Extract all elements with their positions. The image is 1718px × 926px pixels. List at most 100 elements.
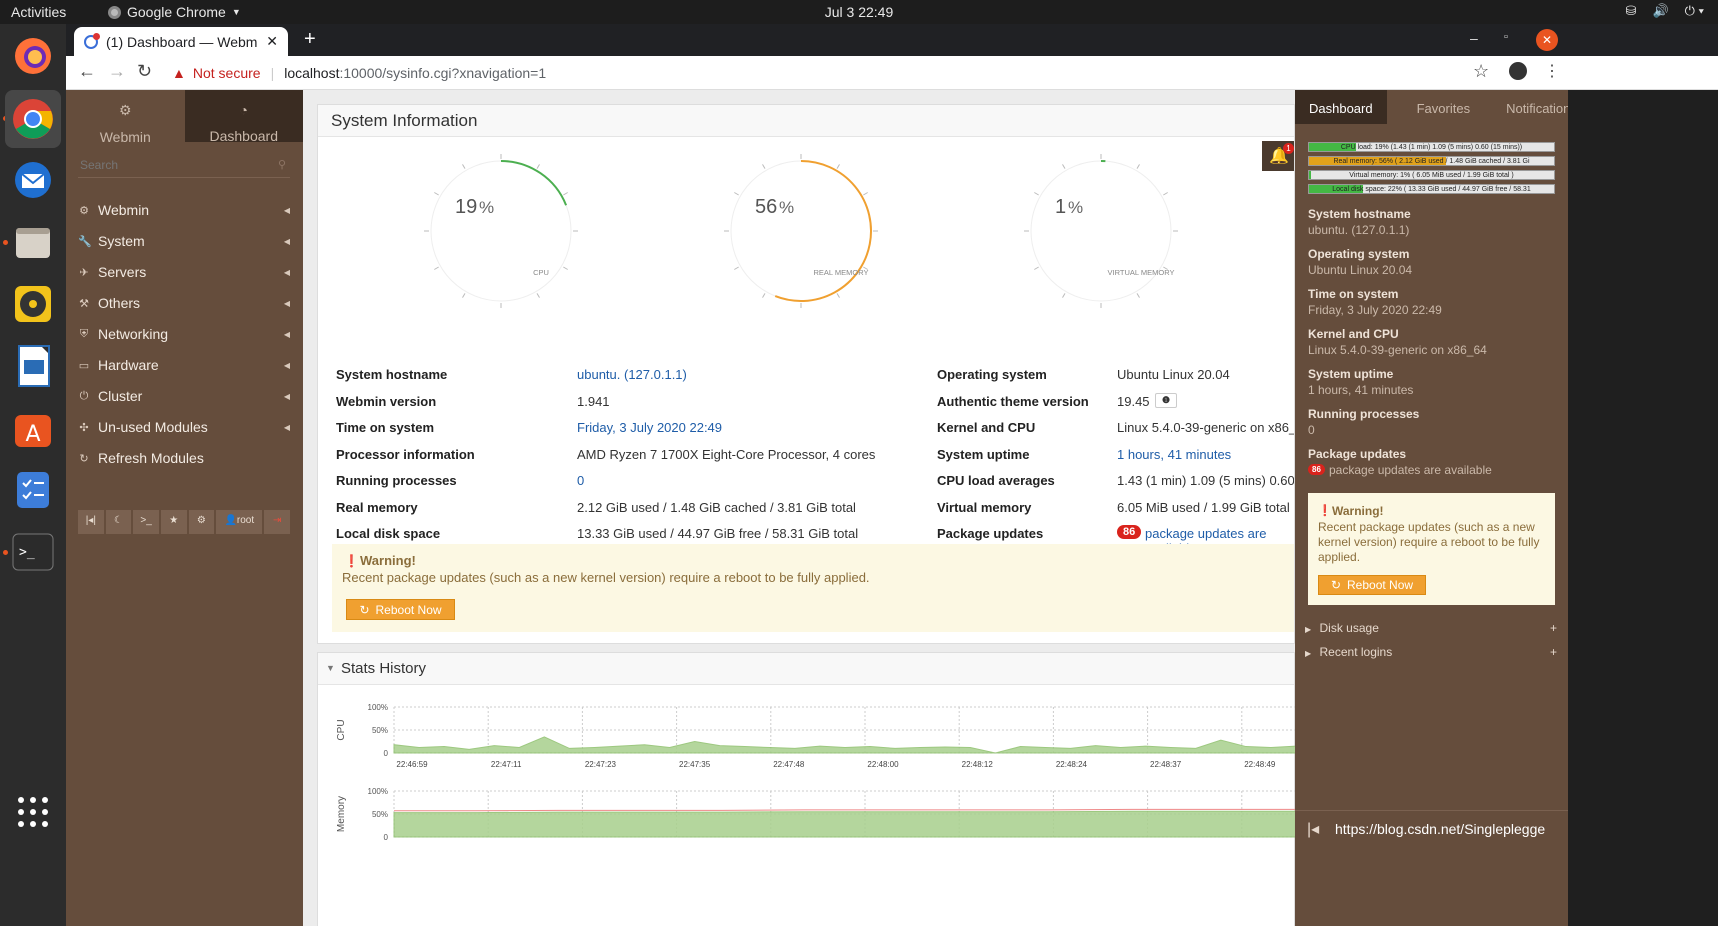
rp-tab-favorites[interactable]: Favorites	[1387, 90, 1484, 124]
terminal-small-icon[interactable]: >_	[133, 510, 159, 534]
collapse-panel-icon[interactable]: |◂	[1307, 819, 1319, 839]
close-window-icon[interactable]: ✕	[1536, 29, 1558, 51]
sidebar-item-cluster[interactable]: ⏻ Cluster ◀	[78, 385, 290, 407]
y-tick-label: 50%	[372, 810, 388, 819]
software-center-icon[interactable]: A	[9, 404, 57, 452]
gauge-tick	[563, 192, 568, 196]
reboot-now-button[interactable]: ↻ Reboot Now	[346, 599, 455, 620]
terminal-icon[interactable]: >_	[9, 528, 57, 576]
shield-icon: ⛨	[79, 327, 89, 340]
forward-icon[interactable]: →	[108, 61, 126, 82]
gauge-tick	[1163, 192, 1168, 196]
disk-usage-row[interactable]: ▶ Disk usage +	[1305, 621, 1557, 635]
tab-webmin[interactable]: ⚙ Webmin	[66, 90, 185, 145]
info-key: Authentic theme version	[937, 393, 1089, 409]
usage-bar[interactable]: CPU load: 19% (1.43 (1 min) 1.09 (5 mins…	[1308, 142, 1555, 152]
sidebar-item-label: Others	[98, 295, 141, 311]
app-menu[interactable]: Google Chrome ▼	[108, 4, 241, 20]
x-tick-label: 22:48:00	[867, 760, 899, 769]
info-key: Package updates	[937, 526, 1044, 541]
gauge-tick	[462, 164, 466, 169]
tab-dashboard[interactable]: ◔ Dashboard	[184, 90, 303, 144]
clock[interactable]: Jul 3 22:49	[825, 4, 894, 20]
caret-left-icon: ◀	[283, 391, 290, 401]
gauge-label: REAL MEMORY	[813, 268, 868, 277]
info-key: Operating system	[937, 367, 1047, 382]
tab-dashboard[interactable]: (1) Dashboard — Webmin ✕	[74, 27, 288, 56]
files-icon[interactable]	[9, 218, 57, 266]
recent-logins-row[interactable]: ▶ Recent logins +	[1305, 645, 1557, 659]
gauge-tick	[434, 266, 439, 270]
close-tab-icon[interactable]: ✕	[266, 33, 278, 50]
rp-info-value[interactable]: package updates are available	[1329, 463, 1492, 477]
info-value[interactable]: Friday, 3 July 2020 22:49	[577, 420, 722, 435]
new-tab-button[interactable]: +	[304, 28, 316, 51]
favorites-star-icon[interactable]: ★	[160, 510, 187, 534]
chrome-icon[interactable]	[5, 90, 61, 148]
sidebar-item-webmin[interactable]: ⚙ Webmin ◀	[78, 199, 290, 221]
chrome-menu-icon[interactable]: ⋮	[1544, 61, 1560, 81]
reload-icon[interactable]: ↻	[137, 61, 152, 82]
y-tick-label: 100%	[368, 703, 388, 712]
info-key: Kernel and CPU	[937, 420, 1036, 435]
usage-bar[interactable]: Local disk space: 22% ( 13.33 GiB used /…	[1308, 184, 1555, 194]
night-mode-icon[interactable]: ☾	[105, 510, 132, 534]
right-slide-panel: Dashboard Favorites Notifications 1 CPU …	[1295, 90, 1589, 926]
writer-icon[interactable]	[9, 342, 57, 390]
system-tray[interactable]: ⛁ 🔊 ⏻ ▾	[1626, 3, 1704, 19]
usage-bar-text: Real memory: 56% ( 2.12 GiB used / 1.48 …	[1333, 158, 1530, 165]
todo-icon[interactable]	[9, 466, 57, 514]
x-tick-label: 22:48:12	[962, 760, 994, 769]
not-secure-label[interactable]: Not secure	[193, 65, 261, 81]
url-path: :10000/sysinfo.cgi?xnavigation=1	[339, 65, 547, 81]
info-value[interactable]: ubuntu. (127.0.1.1)	[577, 367, 687, 382]
rp-tab-dashboard[interactable]: Dashboard	[1295, 90, 1387, 124]
user-button[interactable]: 👤root	[216, 510, 263, 534]
gauge-tick	[762, 164, 766, 169]
collapse-icon[interactable]: |◂|	[78, 510, 104, 534]
maximize-icon[interactable]: ▫	[1504, 31, 1508, 43]
chevron-down-icon: ▼	[231, 7, 241, 17]
search-input[interactable]	[78, 154, 258, 176]
url-host: localhost	[284, 65, 340, 81]
logout-icon[interactable]: ⇥	[264, 510, 290, 534]
sidebar-item-un-used-modules[interactable]: ✣ Un-used Modules ◀	[78, 416, 290, 438]
usage-bar-text: Virtual memory: 1% ( 6.05 MiB used / 1.9…	[1349, 172, 1514, 179]
info-value[interactable]: 0	[577, 473, 584, 488]
sidebar-item-others[interactable]: ⚒ Others ◀	[78, 292, 290, 314]
sidebar-item-networking[interactable]: ⛨ Networking ◀	[78, 323, 290, 345]
info-icon[interactable]: ❶	[1155, 392, 1177, 408]
back-icon[interactable]: ←	[78, 61, 96, 82]
info-value[interactable]: 1 hours, 41 minutes	[1117, 447, 1231, 462]
minimize-icon[interactable]: –	[1470, 30, 1478, 46]
show-apps-icon[interactable]	[9, 788, 57, 836]
refresh-icon: ↻	[79, 452, 89, 465]
panel-header[interactable]: ▼ Stats History	[318, 653, 1294, 685]
rp-reboot-now-button[interactable]: ↻ Reboot Now	[1318, 575, 1426, 595]
info-key: CPU load averages	[937, 473, 1055, 488]
collapse-caret-icon: ▼	[326, 663, 335, 673]
sidebar-item-servers[interactable]: ✈ Servers ◀	[78, 261, 290, 283]
bookmark-star-icon[interactable]: ☆	[1473, 61, 1489, 82]
sidebar-item-system[interactable]: 🔧 System ◀	[78, 230, 290, 252]
info-value: 1.941	[577, 393, 610, 409]
usage-bar[interactable]: Real memory: 56% ( 2.12 GiB used / 1.48 …	[1308, 156, 1555, 166]
gauges: 19 % CPU 56 % REAL MEMORY 1 % VIRTUAL MEMORY	[424, 154, 1178, 308]
rp-warning-box: ❗ Warning! Recent package updates (such …	[1308, 493, 1555, 605]
rhythmbox-icon[interactable]	[9, 280, 57, 328]
profile-icon[interactable]	[1509, 62, 1527, 80]
sidebar-item-hardware[interactable]: ▭ Hardware ◀	[78, 354, 290, 376]
settings-icon[interactable]: ⚙	[188, 510, 215, 534]
x-tick-label: 22:48:49	[1244, 760, 1276, 769]
x-tick-label: 22:46:59	[396, 760, 428, 769]
sidebar-item-refresh-modules[interactable]: ↻ Refresh Modules	[78, 447, 290, 469]
firefox-icon[interactable]	[9, 32, 57, 80]
y-tick-label: 100%	[368, 787, 388, 796]
chrome-tab-strip: (1) Dashboard — Webmin ✕ + – ▫ ✕	[66, 24, 1718, 56]
address-bar[interactable]: ▲ Not secure | localhost :10000/sysinfo.…	[166, 60, 1456, 86]
power-icon: ⏻	[79, 389, 89, 402]
sidebar-search[interactable]: ⚲	[78, 154, 290, 178]
activities-button[interactable]: Activities	[11, 4, 66, 20]
usage-bar[interactable]: Virtual memory: 1% ( 6.05 MiB used / 1.9…	[1308, 170, 1555, 180]
thunderbird-icon[interactable]	[9, 156, 57, 204]
